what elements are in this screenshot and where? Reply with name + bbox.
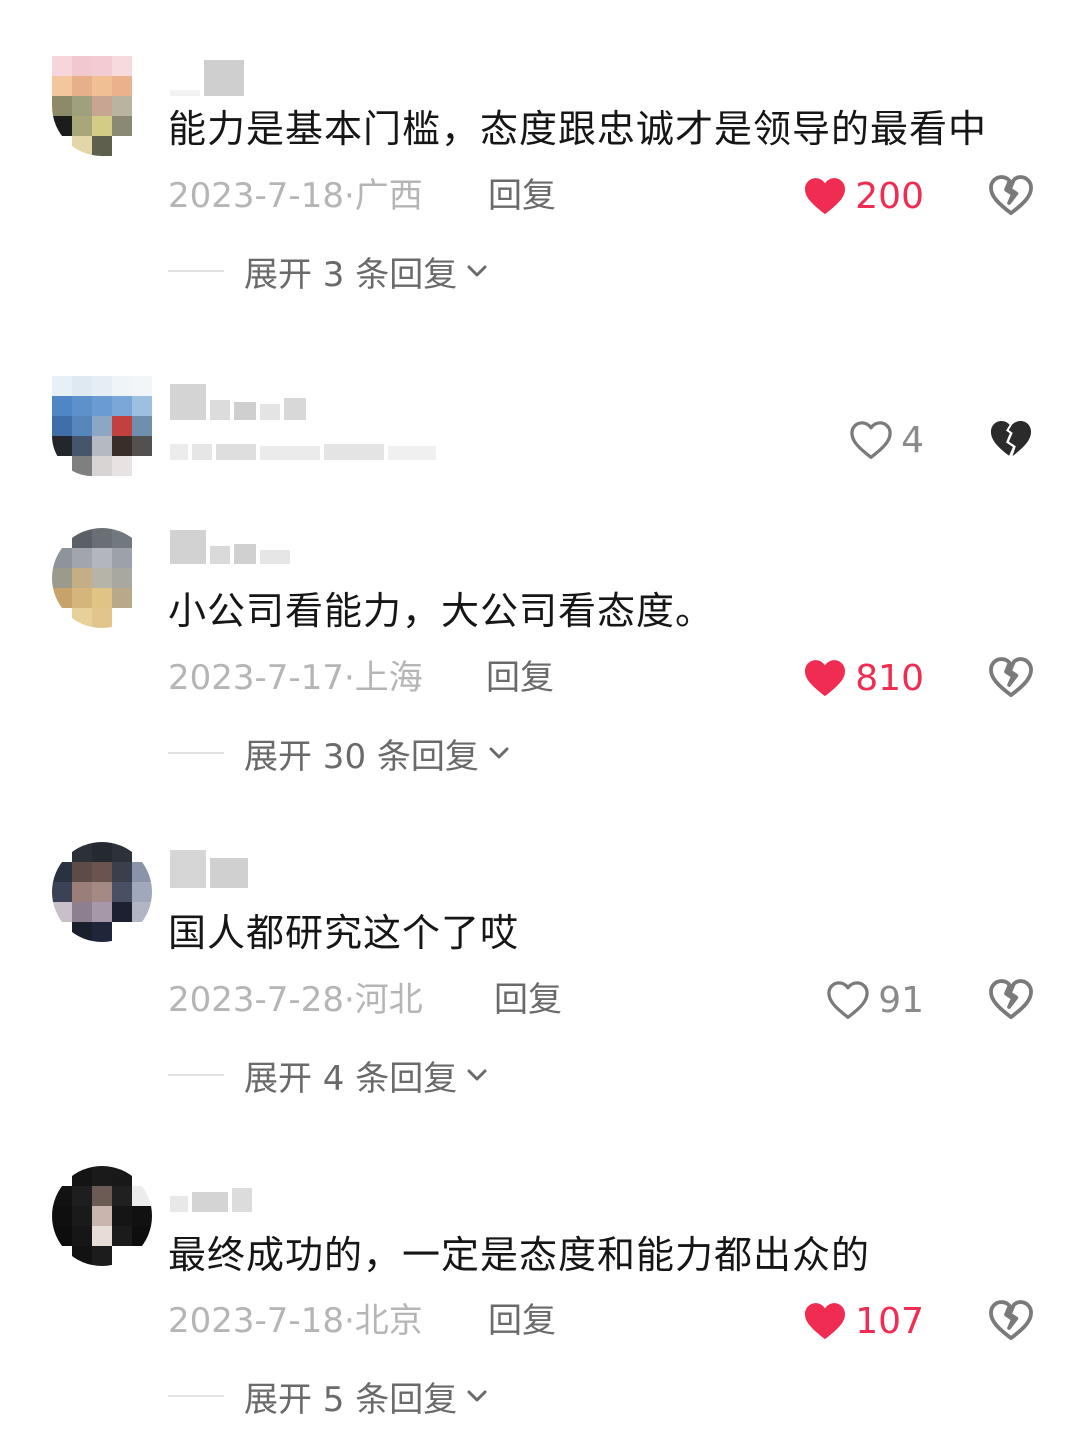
comment-location: 北京 [354, 1301, 423, 1341]
username-blurred[interactable] [170, 848, 248, 888]
chevron-down-icon [467, 1069, 487, 1081]
username-blurred[interactable] [170, 56, 244, 96]
comment-location: 广西 [354, 176, 423, 216]
comment-meta: 2023-7-18·广西 [168, 174, 423, 218]
reply-button[interactable]: 回复 [494, 978, 562, 1022]
like-count: 200 [855, 175, 924, 217]
comment-meta: 2023-7-17·上海 [168, 656, 423, 700]
broken-heart-icon [989, 657, 1033, 698]
like-count: 810 [855, 657, 924, 699]
meta-separator: · [343, 176, 355, 216]
broken-heart-icon [989, 979, 1033, 1020]
comment-text: 能力是基本门槛，态度跟忠诚才是领导的最看中 [168, 107, 988, 151]
avatar[interactable] [52, 1166, 152, 1266]
expand-replies-button[interactable]: 展开 4 条回复 [168, 1053, 489, 1099]
heart-icon [805, 660, 846, 697]
comment-meta: 2023-7-18·北京 [168, 1299, 423, 1343]
expand-replies-button[interactable]: 展开 30 条回复 [168, 731, 511, 777]
avatar[interactable] [52, 56, 152, 156]
like-button[interactable]: 200 [803, 172, 924, 220]
comment-meta: 2023-7-28·河北 [168, 978, 423, 1022]
username-blurred[interactable] [170, 1172, 252, 1212]
comment-date: 2023-7-28 [168, 980, 344, 1020]
dislike-button[interactable] [988, 978, 1034, 1024]
meta-separator: · [343, 980, 355, 1020]
comment-text: 小公司看能力，大公司看态度。 [168, 589, 715, 633]
comment-text: 国人都研究这个了哎 [168, 911, 520, 955]
comment-date: 2023-7-17 [168, 658, 344, 698]
dislike-button[interactable] [988, 418, 1034, 464]
heart-icon [827, 981, 869, 1019]
divider [168, 1395, 224, 1397]
dislike-button[interactable] [988, 656, 1034, 702]
avatar[interactable] [52, 528, 152, 628]
expand-label: 展开 5 条回复 [244, 1379, 458, 1420]
comment-location: 上海 [354, 658, 423, 698]
comment-text: 最终成功的，一定是态度和能力都出众的 [168, 1233, 871, 1277]
like-button[interactable]: 810 [803, 654, 924, 702]
username-blurred[interactable] [170, 380, 306, 420]
like-count: 4 [901, 419, 924, 461]
like-count: 107 [855, 1300, 924, 1342]
dislike-button[interactable] [988, 1299, 1034, 1345]
expand-replies-button[interactable]: 展开 3 条回复 [168, 249, 489, 295]
expand-replies-button[interactable]: 展开 5 条回复 [168, 1374, 489, 1420]
meta-separator: · [343, 658, 355, 698]
dislike-button[interactable] [988, 174, 1034, 220]
reply-button[interactable]: 回复 [488, 1299, 556, 1343]
expand-label: 展开 30 条回复 [244, 736, 479, 777]
divider [168, 752, 224, 754]
chevron-down-icon [467, 265, 487, 277]
reply-button[interactable]: 回复 [486, 656, 554, 700]
meta-separator: · [343, 1301, 355, 1341]
like-button[interactable]: 91 [826, 976, 924, 1024]
avatar[interactable] [52, 376, 152, 476]
comment-location: 河北 [354, 980, 423, 1020]
broken-heart-icon [989, 1300, 1033, 1341]
heart-icon [805, 178, 846, 215]
comment-date: 2023-7-18 [168, 1301, 344, 1341]
like-button[interactable]: 107 [803, 1297, 924, 1345]
avatar[interactable] [52, 842, 152, 942]
chevron-down-icon [467, 1390, 487, 1402]
like-button[interactable]: 4 [849, 416, 924, 464]
username-blurred[interactable] [170, 524, 290, 564]
expand-label: 展开 3 条回复 [244, 254, 458, 295]
heart-icon [850, 421, 892, 459]
comment-text-blurred [170, 420, 436, 460]
broken-heart-icon [989, 175, 1033, 216]
expand-label: 展开 4 条回复 [244, 1058, 458, 1099]
chevron-down-icon [489, 747, 509, 759]
reply-button[interactable]: 回复 [488, 174, 556, 218]
divider [168, 270, 224, 272]
divider [168, 1074, 224, 1076]
heart-icon [805, 1303, 846, 1340]
broken-heart-icon [990, 421, 1032, 457]
like-count: 91 [878, 979, 924, 1021]
comment-date: 2023-7-18 [168, 176, 344, 216]
